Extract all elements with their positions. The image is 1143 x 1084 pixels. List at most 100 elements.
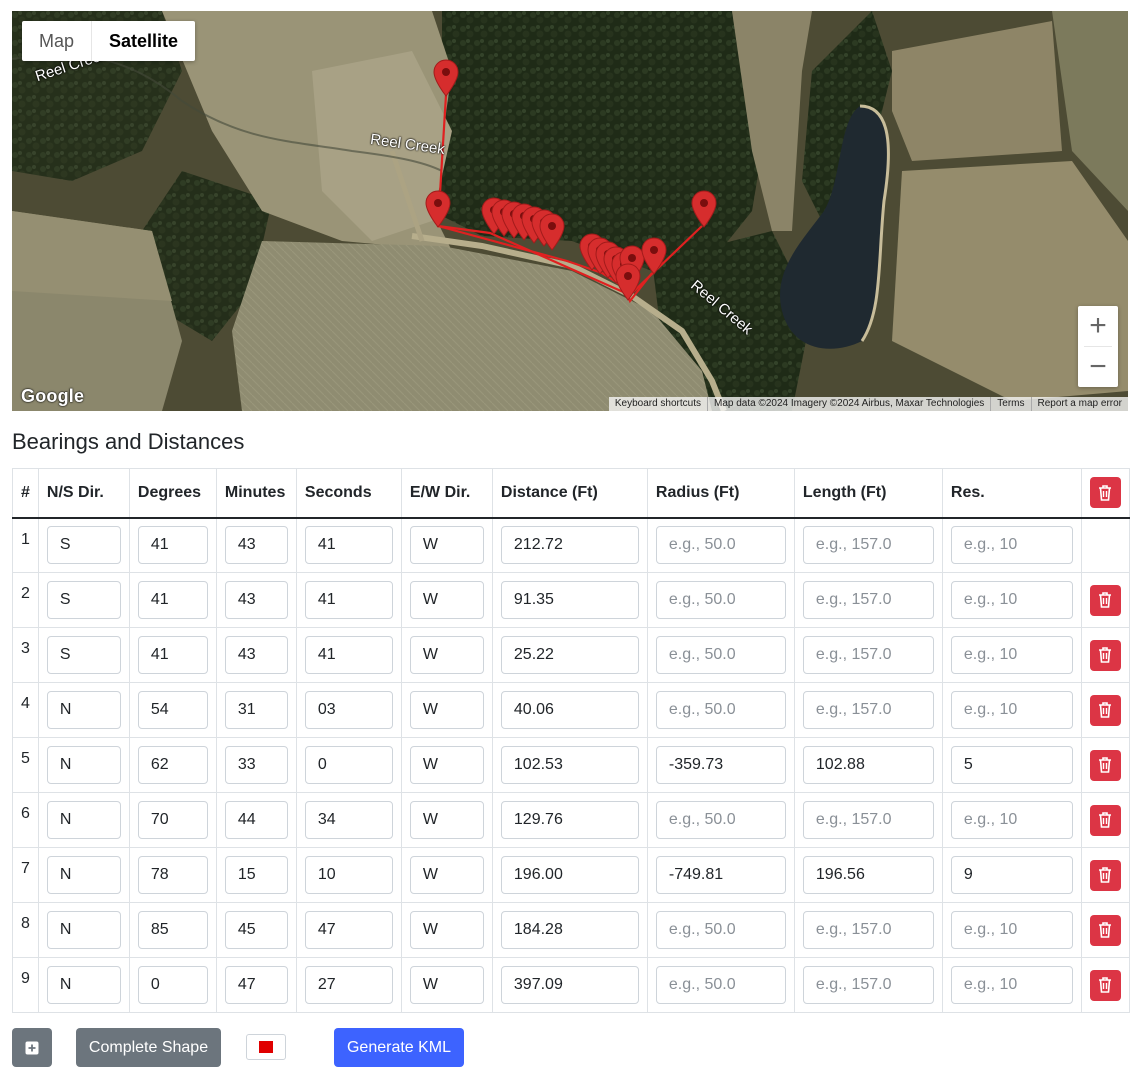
ew-dir-input[interactable] (409, 526, 484, 565)
res-input[interactable] (950, 636, 1073, 674)
distance-input[interactable] (500, 911, 639, 949)
degrees-input[interactable] (137, 581, 208, 619)
delete-row-button[interactable] (1089, 639, 1121, 671)
distance-input[interactable] (500, 526, 639, 565)
seconds-input[interactable] (304, 911, 393, 949)
distance-input[interactable] (500, 856, 639, 894)
delete-row-button[interactable] (1089, 804, 1121, 836)
degrees-input[interactable] (137, 526, 208, 565)
ns-dir-input[interactable] (46, 746, 121, 784)
ew-dir-input[interactable] (409, 966, 484, 1004)
ns-dir-input[interactable] (46, 636, 121, 674)
length-input[interactable] (802, 581, 934, 619)
minutes-input[interactable] (224, 856, 288, 894)
ns-dir-input[interactable] (46, 856, 121, 894)
seconds-input[interactable] (304, 746, 393, 784)
radius-input[interactable] (655, 526, 786, 565)
radius-input[interactable] (655, 636, 786, 674)
delete-row-button[interactable] (1089, 969, 1121, 1001)
ew-dir-input[interactable] (409, 856, 484, 894)
minutes-input[interactable] (224, 966, 288, 1004)
radius-input[interactable] (655, 801, 786, 839)
delete-row-button[interactable] (1089, 694, 1121, 726)
delete-all-button[interactable] (1089, 477, 1121, 509)
seconds-input[interactable] (304, 856, 393, 894)
res-input[interactable] (950, 911, 1073, 949)
length-input[interactable] (802, 636, 934, 674)
distance-input[interactable] (500, 746, 639, 784)
distance-input[interactable] (500, 691, 639, 729)
seconds-input[interactable] (304, 801, 393, 839)
degrees-input[interactable] (137, 856, 208, 894)
ew-dir-input[interactable] (409, 746, 484, 784)
minutes-input[interactable] (224, 526, 288, 565)
length-input[interactable] (802, 911, 934, 949)
distance-input[interactable] (500, 636, 639, 674)
map-type-map-button[interactable]: Map (22, 21, 93, 61)
delete-row-button[interactable] (1089, 749, 1121, 781)
google-logo[interactable]: Google (21, 386, 84, 407)
generate-kml-button[interactable]: Generate KML (334, 1028, 464, 1067)
length-input[interactable] (802, 801, 934, 839)
distance-input[interactable] (500, 581, 639, 619)
degrees-input[interactable] (137, 746, 208, 784)
minutes-input[interactable] (224, 911, 288, 949)
res-input[interactable] (950, 526, 1073, 565)
ns-dir-input[interactable] (46, 691, 121, 729)
length-input[interactable] (802, 691, 934, 729)
degrees-input[interactable] (137, 636, 208, 674)
ew-dir-input[interactable] (409, 581, 484, 619)
map-marker-icon[interactable] (641, 237, 667, 275)
minutes-input[interactable] (224, 801, 288, 839)
map-view[interactable]: Reel Creek Reel Creek Reel Creek Map Sat… (12, 11, 1128, 411)
minutes-input[interactable] (224, 746, 288, 784)
radius-input[interactable] (655, 581, 786, 619)
zoom-out-button[interactable]: − (1078, 347, 1118, 387)
ew-dir-input[interactable] (409, 636, 484, 674)
radius-input[interactable] (655, 911, 786, 949)
degrees-input[interactable] (137, 911, 208, 949)
report-error-link[interactable]: Report a map error (1030, 397, 1128, 411)
delete-row-button[interactable] (1089, 914, 1121, 946)
ns-dir-input[interactable] (46, 581, 121, 619)
seconds-input[interactable] (304, 526, 393, 565)
radius-input[interactable] (655, 966, 786, 1004)
delete-row-button[interactable] (1089, 584, 1121, 616)
map-marker-icon[interactable] (539, 213, 565, 251)
res-input[interactable] (950, 746, 1073, 784)
res-input[interactable] (950, 691, 1073, 729)
res-input[interactable] (950, 856, 1073, 894)
degrees-input[interactable] (137, 966, 208, 1004)
length-input[interactable] (802, 526, 934, 565)
map-marker-icon[interactable] (691, 190, 717, 228)
length-input[interactable] (802, 746, 934, 784)
seconds-input[interactable] (304, 966, 393, 1004)
radius-input[interactable] (655, 691, 786, 729)
keyboard-shortcuts-link[interactable]: Keyboard shortcuts (609, 397, 707, 411)
seconds-input[interactable] (304, 691, 393, 729)
delete-row-button[interactable] (1089, 859, 1121, 891)
degrees-input[interactable] (137, 801, 208, 839)
length-input[interactable] (802, 856, 934, 894)
complete-shape-button[interactable]: Complete Shape (76, 1028, 221, 1067)
terms-link[interactable]: Terms (990, 397, 1030, 411)
res-input[interactable] (950, 581, 1073, 619)
res-input[interactable] (950, 966, 1073, 1004)
minutes-input[interactable] (224, 691, 288, 729)
radius-input[interactable] (655, 746, 786, 784)
radius-input[interactable] (655, 856, 786, 894)
line-color-picker[interactable] (246, 1034, 286, 1060)
map-marker-icon[interactable] (615, 263, 641, 301)
ns-dir-input[interactable] (46, 911, 121, 949)
degrees-input[interactable] (137, 691, 208, 729)
zoom-in-button[interactable]: + (1078, 306, 1118, 346)
ns-dir-input[interactable] (46, 801, 121, 839)
map-marker-icon[interactable] (433, 59, 459, 97)
ew-dir-input[interactable] (409, 801, 484, 839)
ns-dir-input[interactable] (46, 526, 121, 565)
distance-input[interactable] (500, 966, 639, 1004)
seconds-input[interactable] (304, 581, 393, 619)
minutes-input[interactable] (224, 636, 288, 674)
length-input[interactable] (802, 966, 934, 1004)
ew-dir-input[interactable] (409, 911, 484, 949)
